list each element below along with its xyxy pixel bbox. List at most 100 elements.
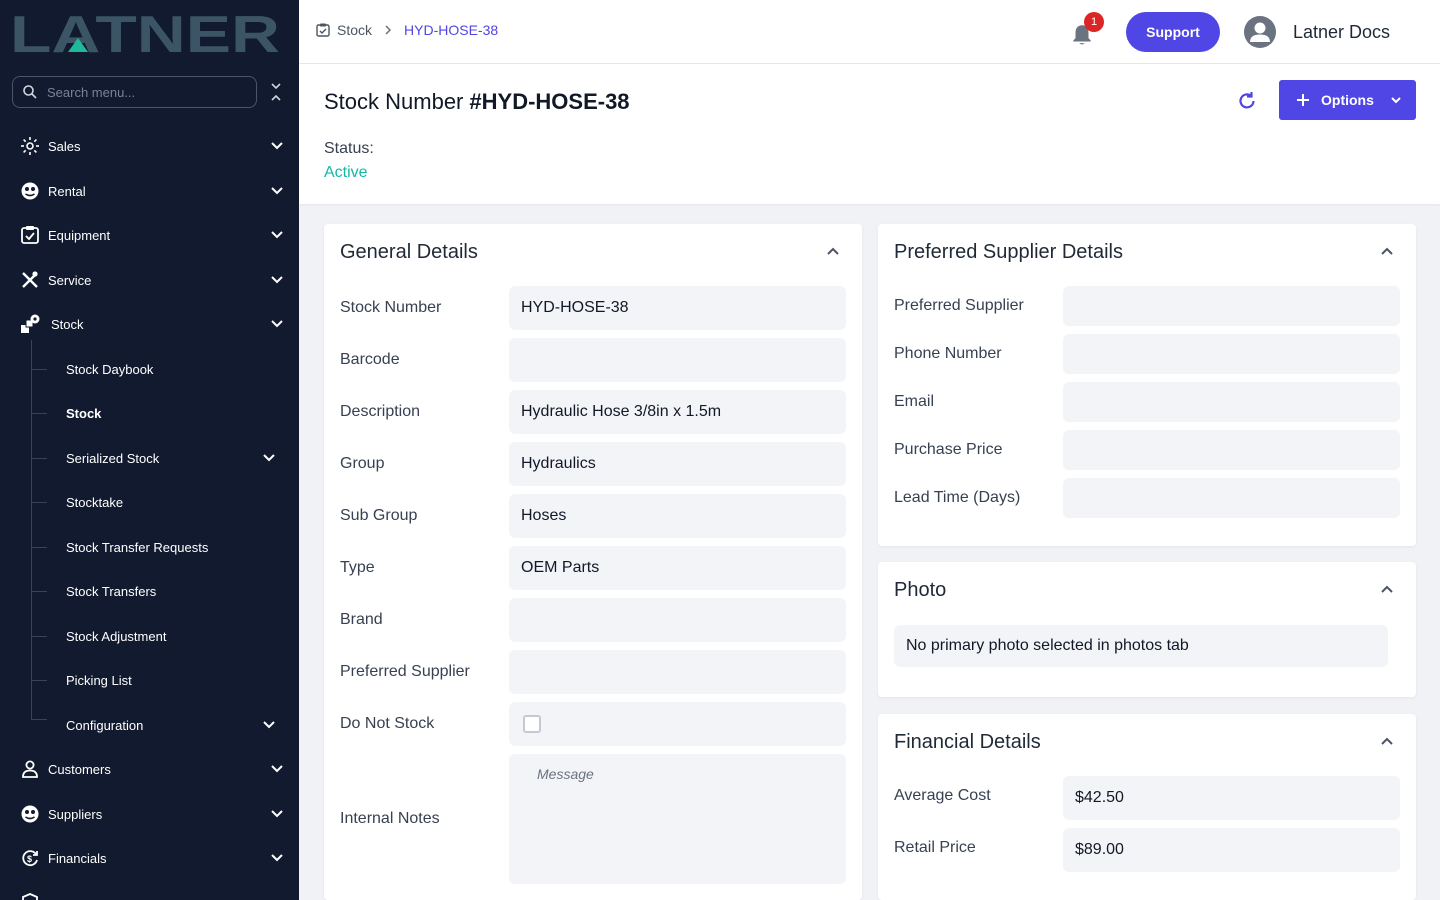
sidebar-item-label: Stock bbox=[51, 316, 84, 332]
sidebar-item-financials[interactable]: $ Financials bbox=[0, 838, 299, 878]
chevron-up-icon[interactable] bbox=[1379, 581, 1395, 597]
refresh-icon[interactable] bbox=[1236, 90, 1258, 112]
email-field[interactable] bbox=[1063, 382, 1400, 422]
suppliers-icon bbox=[19, 803, 41, 825]
description-field[interactable]: Hydraulic Hose 3/8in x 1.5m bbox=[509, 390, 846, 434]
plus-icon bbox=[1297, 94, 1309, 106]
financial-details-card: Financial Details Average Cost $42.50 Re… bbox=[878, 714, 1416, 900]
sidebar-subitem-stock-transfer-requests[interactable]: Stock Transfer Requests bbox=[0, 527, 299, 567]
retail-price-field[interactable]: $89.00 bbox=[1063, 828, 1400, 872]
sidebar-subitem-stock-adjustment[interactable]: Stock Adjustment bbox=[0, 616, 299, 656]
subitem-label: Stock Adjustment bbox=[66, 628, 167, 644]
chevron-down-icon bbox=[263, 721, 275, 729]
field-label: Internal Notes bbox=[340, 810, 440, 827]
subitem-label: Configuration bbox=[66, 717, 144, 733]
sub-group-field[interactable]: Hoses bbox=[509, 494, 846, 538]
chevron-down-icon bbox=[271, 810, 283, 818]
collapse-sidebar-icon[interactable] bbox=[268, 82, 284, 102]
status-value: Active bbox=[324, 164, 368, 181]
preferred-supplier-field[interactable] bbox=[509, 650, 846, 694]
sidebar-subitem-stock[interactable]: Stock bbox=[0, 393, 299, 433]
sidebar-subitem-serialized-stock[interactable]: Serialized Stock bbox=[0, 438, 299, 478]
chevron-down-icon bbox=[271, 765, 283, 773]
options-button[interactable]: Options bbox=[1279, 80, 1416, 120]
chevron-down-icon bbox=[271, 276, 283, 284]
field-label: Preferred Supplier bbox=[894, 297, 1024, 314]
preferred-supplier-card: Preferred Supplier Details Preferred Sup… bbox=[878, 224, 1416, 546]
sidebar-subitem-stock-transfers[interactable]: Stock Transfers bbox=[0, 571, 299, 611]
field-label: Purchase Price bbox=[894, 441, 1003, 458]
card-title: Financial Details bbox=[894, 731, 1041, 753]
sidebar-item-rental[interactable]: Rental bbox=[0, 171, 299, 211]
field-label: Type bbox=[340, 559, 375, 576]
type-field[interactable]: OEM Parts bbox=[509, 546, 846, 590]
barcode-field[interactable] bbox=[509, 338, 846, 382]
field-label: Stock Number bbox=[340, 299, 442, 316]
stock-number-field[interactable]: HYD-HOSE-38 bbox=[509, 286, 846, 330]
breadcrumb-current: HYD-HOSE-38 bbox=[404, 22, 499, 38]
do-not-stock-row bbox=[509, 702, 846, 746]
subitem-label: Serialized Stock bbox=[66, 450, 160, 466]
sidebar-item-sales[interactable]: Sales bbox=[0, 126, 299, 166]
sidebar-item-label: Equipment bbox=[48, 227, 111, 243]
menu-search[interactable] bbox=[12, 76, 257, 108]
field-label: Do Not Stock bbox=[340, 715, 435, 732]
sidebar-item-suppliers[interactable]: Suppliers bbox=[0, 794, 299, 834]
field-label: Average Cost bbox=[894, 787, 991, 804]
brand-field[interactable] bbox=[509, 598, 846, 642]
subitem-label: Stock bbox=[66, 405, 102, 421]
sidebar-item-label: Service bbox=[48, 272, 92, 288]
chevron-down-icon bbox=[1391, 97, 1401, 104]
financials-icon: $ bbox=[19, 847, 41, 869]
sidebar-subitem-configuration[interactable]: Configuration bbox=[0, 705, 299, 745]
notes-placeholder: Message bbox=[537, 766, 594, 782]
stock-icon bbox=[19, 313, 41, 335]
supplier-preferred-field[interactable] bbox=[1063, 286, 1400, 326]
avatar[interactable] bbox=[1244, 16, 1276, 48]
sidebar-subitem-stock-daybook[interactable]: Stock Daybook bbox=[0, 349, 299, 389]
chevron-right-icon bbox=[385, 25, 392, 35]
menu-search-input[interactable] bbox=[47, 84, 237, 100]
chevron-down-icon bbox=[271, 854, 283, 862]
support-button[interactable]: Support bbox=[1126, 12, 1220, 52]
subitem-label: Stocktake bbox=[66, 494, 124, 510]
sidebar-item-partial[interactable] bbox=[0, 882, 299, 900]
sidebar-item-stock[interactable]: Stock bbox=[0, 304, 299, 344]
rental-icon bbox=[19, 180, 41, 202]
field-label: Phone Number bbox=[894, 345, 1002, 362]
sidebar-item-label: Financials bbox=[48, 850, 107, 866]
phone-number-field[interactable] bbox=[1063, 334, 1400, 374]
subitem-label: Stock Daybook bbox=[66, 361, 154, 377]
logo-text: LATNER bbox=[10, 8, 280, 58]
purchase-price-field[interactable] bbox=[1063, 430, 1400, 470]
internal-notes-textarea[interactable]: Message bbox=[509, 754, 846, 884]
do-not-stock-checkbox[interactable] bbox=[523, 715, 541, 733]
svg-text:$: $ bbox=[27, 854, 32, 864]
field-label: Sub Group bbox=[340, 507, 418, 524]
chevron-up-icon[interactable] bbox=[825, 243, 841, 259]
lead-time-field[interactable] bbox=[1063, 478, 1400, 518]
page-title: Stock Number #HYD-HOSE-38 bbox=[324, 89, 630, 115]
security-icon bbox=[19, 891, 41, 900]
sidebar-subitem-picking-list[interactable]: Picking List bbox=[0, 660, 299, 700]
sidebar-item-equipment[interactable]: Equipment bbox=[0, 215, 299, 255]
group-field[interactable]: Hydraulics bbox=[509, 442, 846, 486]
card-title: Preferred Supplier Details bbox=[894, 241, 1123, 263]
equipment-icon bbox=[19, 224, 41, 246]
chevron-up-icon[interactable] bbox=[1379, 733, 1395, 749]
chevron-up-icon[interactable] bbox=[1379, 243, 1395, 259]
photo-card: Photo No primary photo selected in photo… bbox=[878, 562, 1416, 697]
sidebar-subitem-stocktake[interactable]: Stocktake bbox=[0, 482, 299, 522]
user-name[interactable]: Latner Docs bbox=[1293, 22, 1390, 43]
average-cost-field[interactable]: $42.50 bbox=[1063, 776, 1400, 820]
subitem-label: Picking List bbox=[66, 672, 132, 688]
status-label: Status: bbox=[324, 140, 374, 157]
field-label: Lead Time (Days) bbox=[894, 489, 1021, 506]
sidebar-item-service[interactable]: Service bbox=[0, 260, 299, 300]
page-title-prefix: Stock Number bbox=[324, 89, 464, 114]
stock-breadcrumb-icon bbox=[316, 23, 330, 37]
sidebar-item-customers[interactable]: Customers bbox=[0, 749, 299, 789]
photo-empty-message: No primary photo selected in photos tab bbox=[894, 625, 1388, 667]
latner-logo[interactable]: LATNER bbox=[10, 8, 282, 58]
breadcrumb-link-stock[interactable]: Stock bbox=[337, 22, 372, 38]
